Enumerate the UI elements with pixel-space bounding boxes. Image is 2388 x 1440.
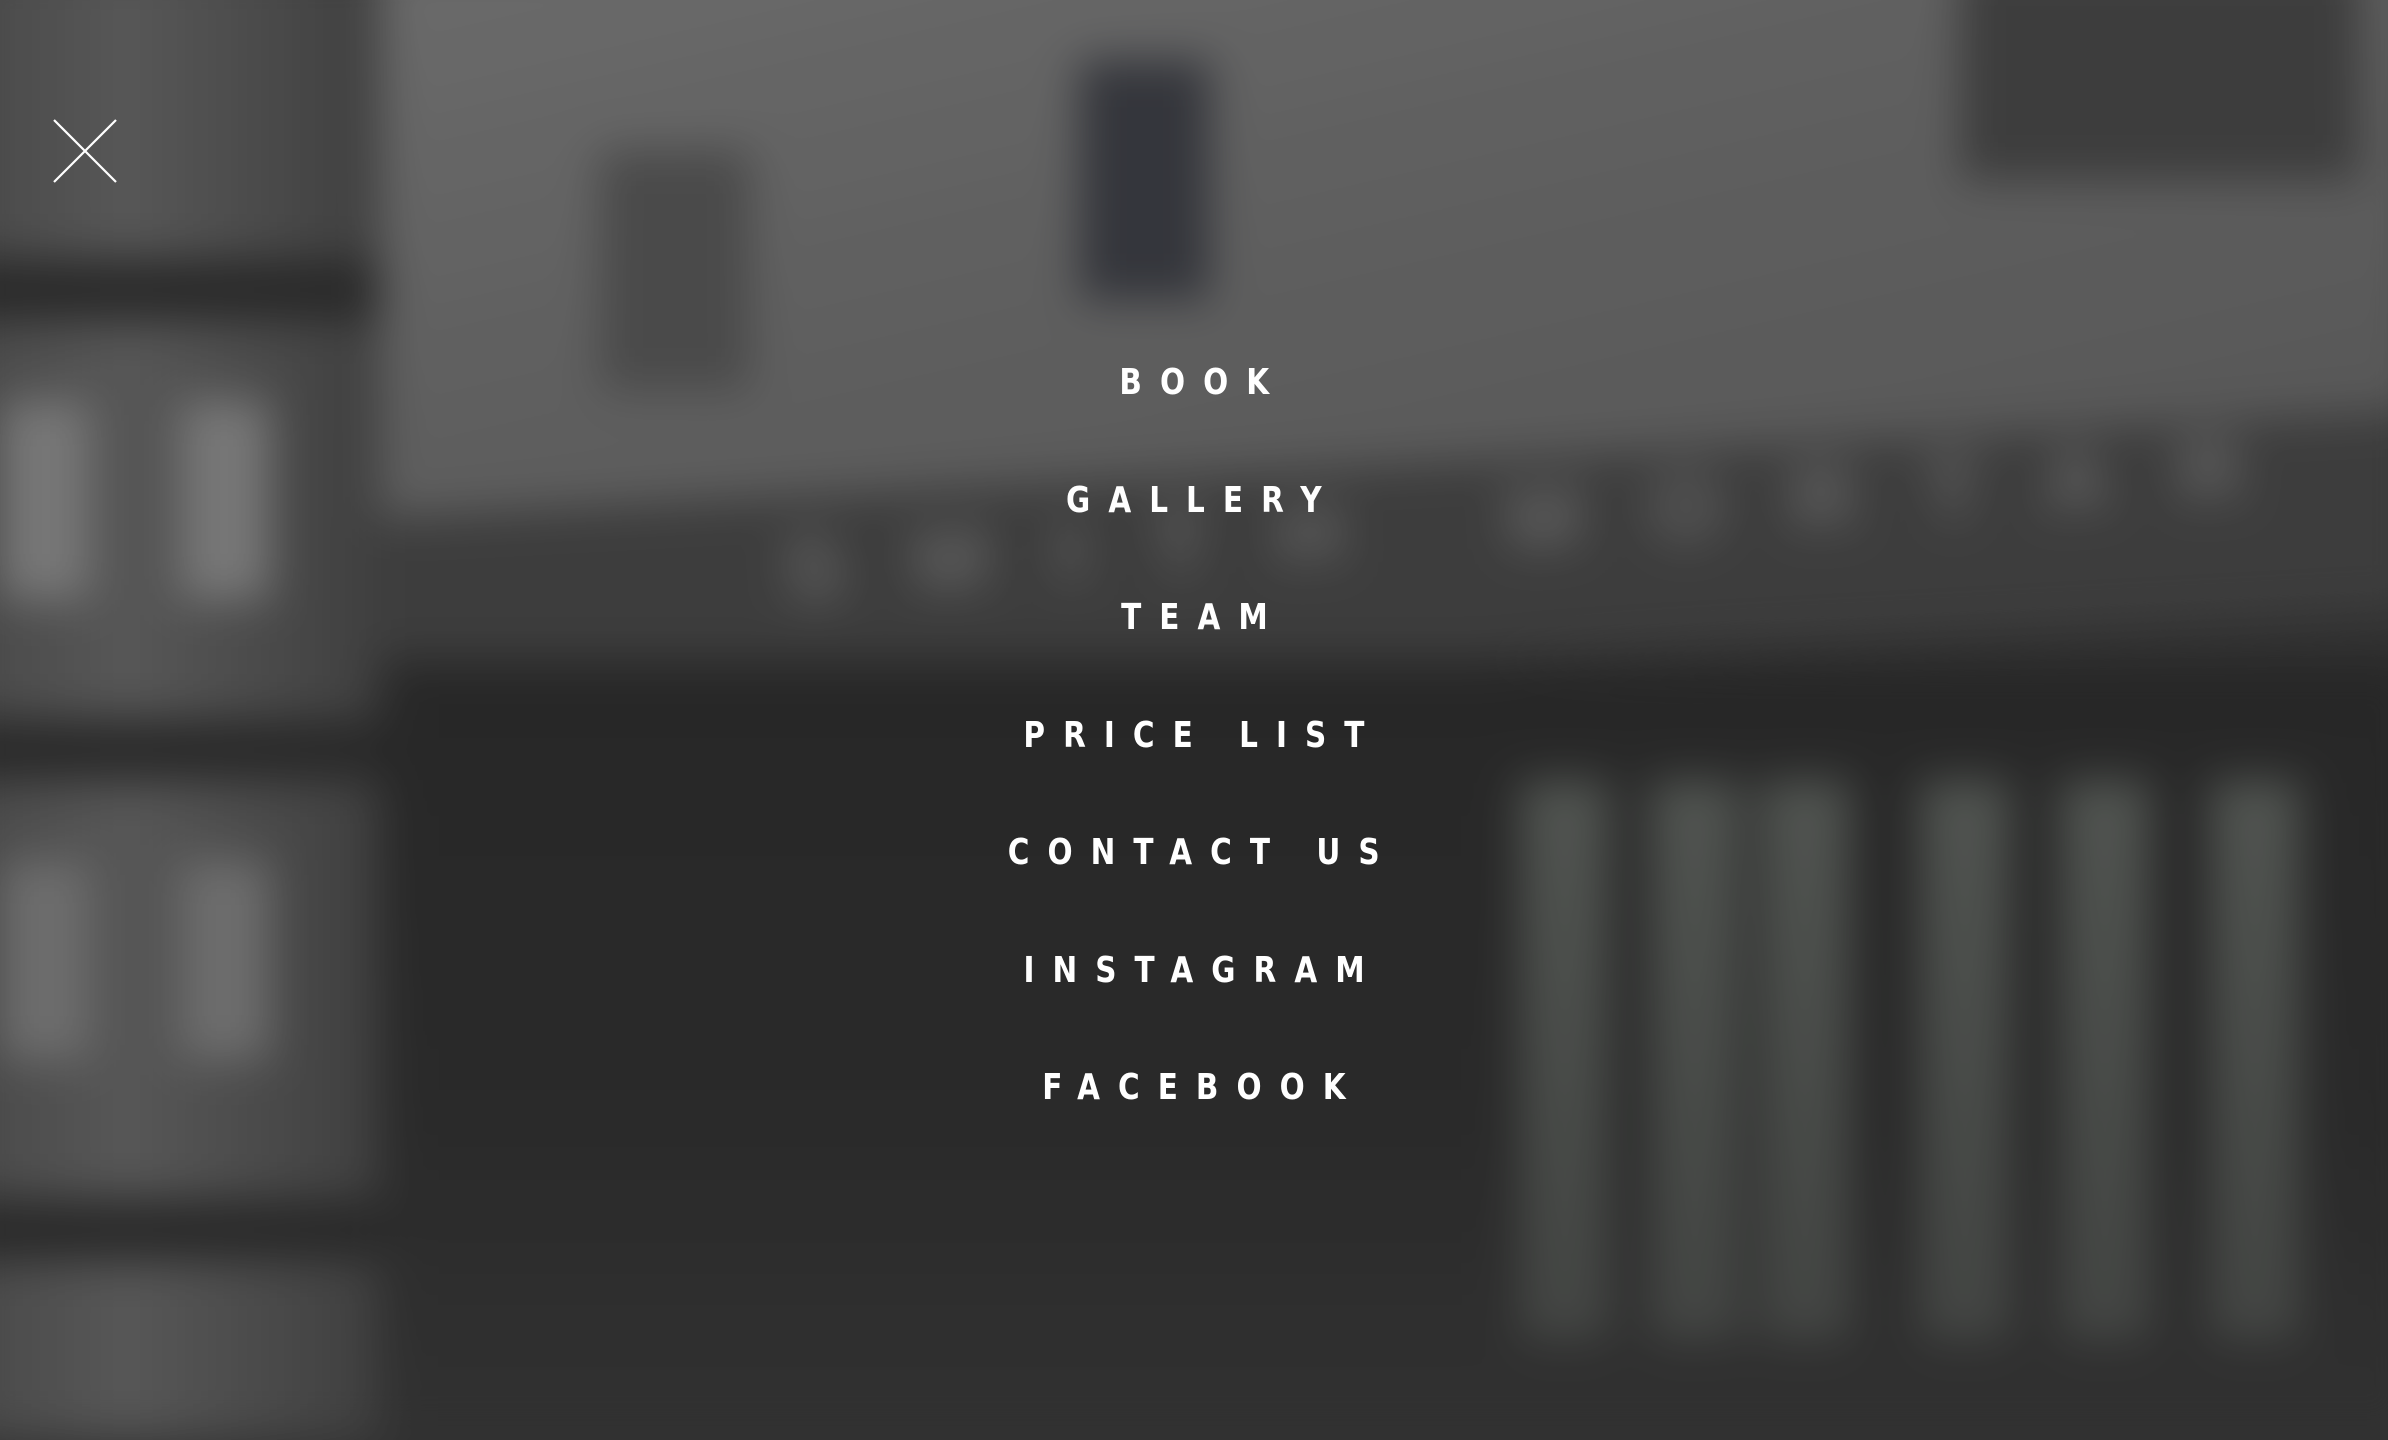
close-icon [53,119,117,183]
menu-item-contact-us: CONTACT US [0,810,2388,928]
menu-item-team: TEAM [0,575,2388,693]
menu-item-book: BOOK [0,340,2388,458]
menu-item-facebook: FACEBOOK [0,1045,2388,1163]
team-link[interactable]: TEAM [1103,575,1286,661]
close-button[interactable] [52,118,118,184]
menu-item-price-list: PRICE LIST [0,693,2388,811]
facebook-link[interactable]: FACEBOOK [1024,1045,1363,1131]
contact-us-link[interactable]: CONTACT US [990,810,1398,896]
menu-item-instagram: INSTAGRAM [0,928,2388,1046]
book-link[interactable]: BOOK [1101,340,1287,426]
gallery-link[interactable]: GALLERY [1048,458,1340,544]
menu-overlay: SMITH MORTAR BOOK GALLERY TEAM PRICE LIS… [0,0,2388,1440]
instagram-link[interactable]: INSTAGRAM [1005,928,1382,1014]
main-navigation-menu: BOOK GALLERY TEAM PRICE LIST CONTACT US … [0,340,2388,1163]
menu-item-gallery: GALLERY [0,458,2388,576]
price-list-link[interactable]: PRICE LIST [1005,693,1382,779]
